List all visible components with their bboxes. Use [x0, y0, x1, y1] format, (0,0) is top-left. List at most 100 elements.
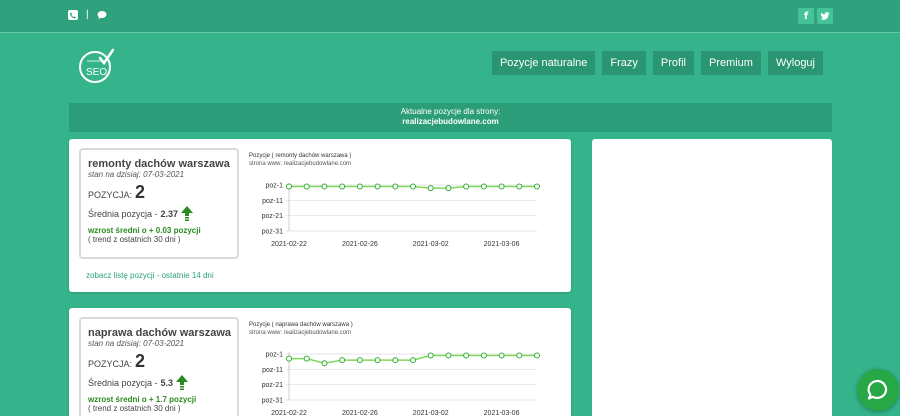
data-point	[410, 183, 416, 190]
data-point	[427, 352, 434, 359]
data-point	[445, 185, 452, 192]
data-point	[534, 183, 540, 190]
facebook-icon[interactable]: f	[798, 8, 814, 24]
social-links: f	[798, 8, 833, 24]
date-text: stan na dzisiaj: 07-03-2021	[88, 339, 185, 348]
chart-title: Pozycje ( remonty dachów warszawa )	[249, 153, 352, 159]
keyword-title: naprawa dachów warszawa	[88, 327, 232, 339]
nav-frazy[interactable]: Frazy	[602, 51, 646, 75]
position-label: POZYCJA:	[88, 190, 133, 200]
average-value: 5.3	[160, 378, 174, 388]
data-point	[392, 183, 399, 190]
x-tick-label: 2021-02-26	[342, 410, 378, 416]
x-tick-label: 2021-02-22	[271, 241, 307, 248]
twitter-icon[interactable]	[817, 8, 833, 24]
average-row: Średnia pozycja - 5.3	[88, 375, 237, 391]
data-point	[534, 352, 540, 359]
x-tick-label: 2021-03-02	[413, 241, 449, 248]
chat-icon	[867, 379, 888, 400]
data-point	[463, 183, 470, 190]
y-tick-label: poz-1	[265, 352, 283, 359]
average-value: 2.37	[160, 209, 179, 219]
side-panel	[592, 139, 832, 416]
separator: |	[86, 9, 89, 20]
arrow-up-icon	[176, 375, 189, 390]
data-point	[498, 352, 505, 359]
chart-title: Pozycje ( naprawa dachów warszawa )	[249, 322, 353, 328]
data-point	[516, 352, 523, 359]
data-point	[321, 360, 328, 367]
data-point	[374, 357, 381, 364]
data-point	[427, 185, 434, 192]
data-point	[339, 357, 346, 364]
chart-subtitle: strona www: realizacjebudowlane.com	[249, 330, 352, 336]
banner-label: Aktualne pozycje dla strony:	[400, 107, 501, 116]
contact-icons: |	[68, 10, 107, 20]
x-tick-label: 2021-02-22	[271, 410, 307, 416]
data-point	[463, 352, 470, 359]
data-point	[303, 183, 310, 190]
trend-subtext: ( trend z ostatnich 30 dni )	[88, 235, 181, 244]
position-chart: Pozycje ( naprawa dachów warszawa ) stro…	[249, 321, 549, 416]
x-tick-label: 2021-02-26	[342, 241, 378, 248]
average-label: Średnia pozycja -	[88, 378, 158, 388]
x-tick-label: 2021-03-06	[484, 241, 520, 248]
banner-domain: realizacjebudowlane.com	[402, 117, 499, 126]
main-nav: Pozycje naturalne Frazy Profil Premium W…	[491, 51, 823, 75]
x-tick-label: 2021-03-06	[484, 410, 520, 416]
position-row: POZYCJA: 2	[88, 182, 237, 203]
chart-plot: poz-1 poz-11 poz-21 poz-31 2021-02-22 2021-02…	[262, 352, 540, 416]
site-logo[interactable]: SPRAWDZ SEO	[78, 48, 114, 84]
data-point	[374, 183, 381, 190]
data-point	[480, 352, 487, 359]
nav-premium[interactable]: Premium	[700, 51, 761, 75]
data-point	[321, 183, 328, 190]
y-tick-label: poz-31	[262, 229, 284, 236]
top-bar: | f	[0, 0, 900, 33]
trend-text: wzrost średni o + 0.03 pozycji	[88, 226, 201, 235]
y-tick-label: poz-1	[265, 183, 283, 190]
keyword-summary: remonty dachów warszawa stan na dzisiaj:…	[79, 148, 239, 259]
chart-plot: poz-1 poz-11 poz-21 poz-31 2021-02-22 2021-02…	[262, 183, 540, 248]
data-point	[356, 183, 363, 190]
positions-list-link[interactable]: zobacz listę pozycji - ostatnie 14 dni	[86, 271, 214, 280]
trend-subtext: ( trend z ostatnich 30 dni )	[88, 404, 181, 413]
trend-text: wzrost średni o + 1.7 pozycji	[88, 395, 197, 404]
position-chart: Pozycje ( remonty dachów warszawa ) stro…	[249, 152, 549, 264]
y-tick-label: poz-11	[262, 367, 283, 374]
position-label: POZYCJA:	[88, 359, 133, 369]
y-tick-label: poz-21	[262, 382, 284, 389]
position-value: 2	[135, 351, 146, 371]
x-tick-label: 2021-03-02	[413, 410, 449, 416]
position-row: POZYCJA: 2	[88, 351, 237, 372]
average-label: Średnia pozycja -	[88, 209, 158, 219]
live-chat-button[interactable]	[857, 369, 899, 411]
chart-subtitle: strona www: realizacjebudowlane.com	[249, 161, 352, 167]
data-point	[480, 183, 487, 190]
keyword-summary: naprawa dachów warszawa stan na dzisiaj:…	[79, 317, 239, 416]
y-tick-label: poz-31	[262, 398, 284, 405]
keyword-card: remonty dachów warszawa stan na dzisiaj:…	[69, 139, 571, 292]
y-tick-label: poz-11	[262, 198, 283, 205]
data-point	[410, 357, 416, 364]
logo-text: SEO	[86, 67, 107, 78]
data-point	[286, 183, 292, 190]
y-tick-label: poz-21	[262, 213, 284, 220]
data-point	[516, 183, 523, 190]
site-banner: Aktualne pozycje dla strony: realizacjeb…	[69, 103, 832, 132]
nav-wyloguj[interactable]: Wyloguj	[767, 51, 823, 75]
date-text: stan na dzisiaj: 07-03-2021	[88, 170, 185, 179]
chat-bubble-icon[interactable]	[97, 10, 107, 20]
phone-icon[interactable]	[68, 10, 78, 20]
arrow-up-icon	[181, 206, 194, 221]
keyword-card: naprawa dachów warszawa stan na dzisiaj:…	[69, 308, 571, 416]
keyword-title: remonty dachów warszawa	[88, 158, 230, 170]
average-row: Średnia pozycja - 2.37	[88, 206, 237, 222]
position-value: 2	[135, 182, 146, 202]
data-point	[445, 352, 452, 359]
data-point	[303, 355, 310, 362]
data-point	[392, 357, 399, 364]
nav-profil[interactable]: Profil	[652, 51, 694, 75]
nav-pozycje-naturalne[interactable]: Pozycje naturalne	[491, 51, 596, 75]
data-point	[286, 355, 292, 362]
